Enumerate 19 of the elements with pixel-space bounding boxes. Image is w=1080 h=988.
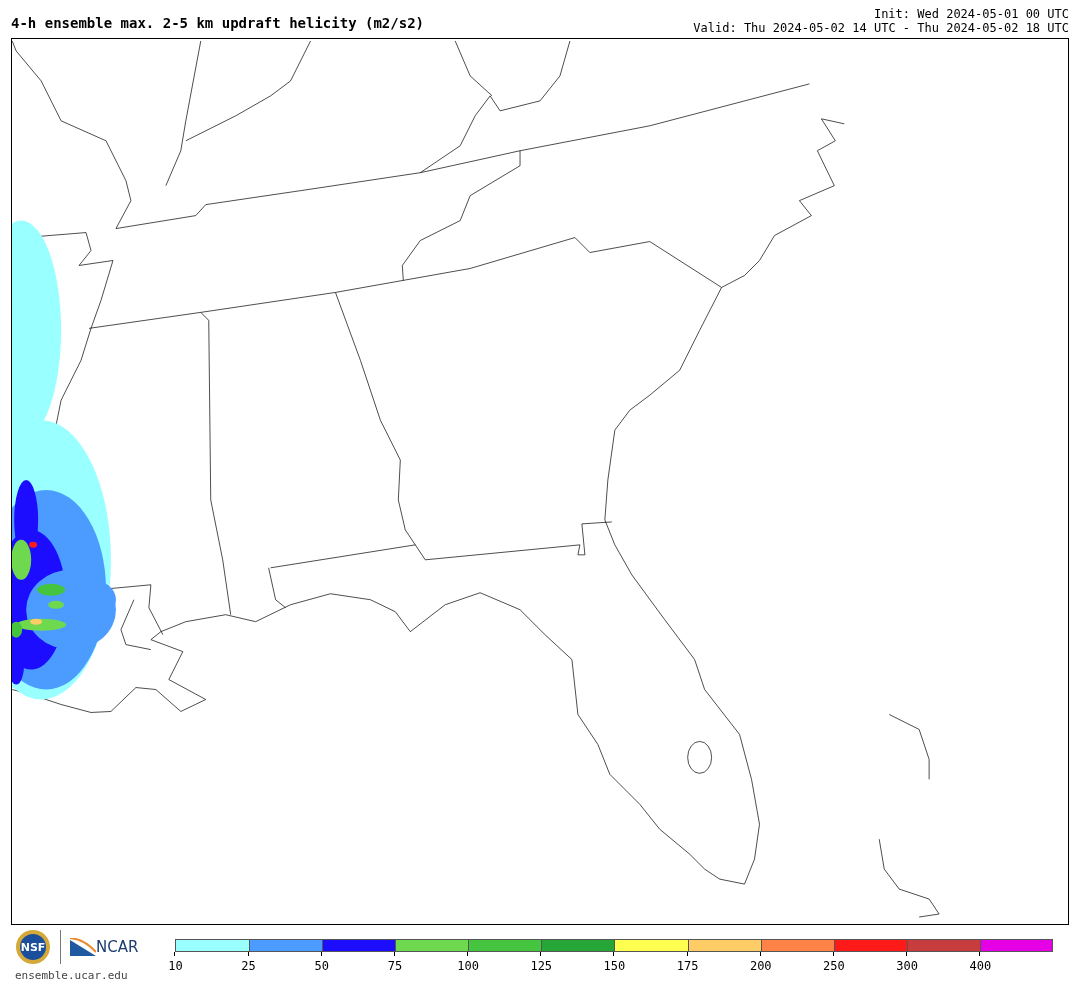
tick-label: 400	[969, 958, 992, 975]
tick-label: 50	[314, 958, 329, 975]
tick-label: 10	[168, 958, 183, 975]
valid-time: Valid: Thu 2024-05-02 14 UTC - Thu 2024-05-02 18 UTC	[693, 21, 1069, 35]
tick-label: 175	[676, 958, 699, 975]
init-time: Init: Wed 2024-05-01 00 UTC	[872, 7, 1069, 21]
tick-label: 75	[387, 958, 403, 975]
website-url: ensemble.ucar.edu	[15, 968, 129, 984]
ncar-logo-text: NCAR	[96, 939, 139, 955]
chart-title: 4-h ensemble max. 2-5 km updraft helicity (m2/s2)	[11, 14, 424, 33]
tick-label: 300	[896, 958, 918, 975]
tick-label: 125	[530, 958, 553, 975]
ncar-triangle-icon	[70, 938, 96, 956]
tick-label: 250	[823, 958, 845, 975]
nsf-logo: NSF	[15, 929, 51, 965]
tick-label: 25	[241, 958, 256, 975]
tick-label: 150	[603, 958, 626, 975]
tick-label: 200	[749, 958, 772, 975]
tick-label: 100	[457, 958, 479, 975]
